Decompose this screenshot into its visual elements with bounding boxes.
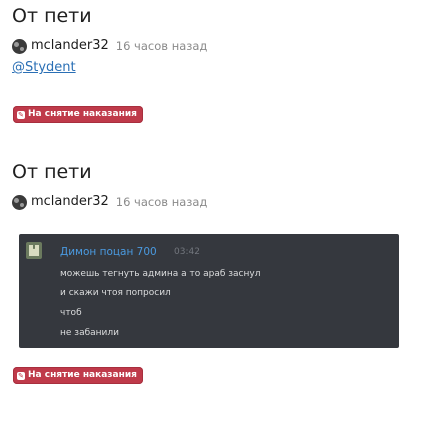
discord-message-line: можешь тегнуть админа а то араб заснул [60, 269, 261, 279]
post-title: От пети [12, 5, 92, 27]
post-time: 16 часов назад [115, 39, 208, 53]
author-name[interactable]: mclander32 [31, 194, 109, 210]
tag-icon: ✎ [17, 110, 25, 119]
tag-icon: ✎ [17, 371, 25, 380]
discord-timestamp: 03:42 [174, 247, 200, 257]
post-title: От пети [12, 161, 92, 183]
category-badge[interactable]: ✎ На снятие наказания [13, 106, 143, 123]
discord-message-line: не забанили [60, 328, 119, 338]
author-name[interactable]: mclander32 [31, 38, 109, 54]
post-2: От пети mclander32 16 часов назад [12, 160, 207, 210]
post-meta: mclander32 16 часов назад [12, 38, 207, 54]
post-1: От пети mclander32 16 часов назад @Styde… [12, 4, 207, 75]
discord-message-screenshot: Димон поцан 700 03:42 можешь тегнуть адм… [19, 234, 399, 348]
user-avatar-icon[interactable] [12, 194, 27, 210]
badge-label: На снятие наказания [28, 109, 137, 119]
discord-username: Димон поцан 700 [60, 246, 157, 258]
mention-link[interactable]: @Stydent [12, 60, 207, 75]
discord-message-line: чтоб [60, 308, 82, 318]
discord-avatar [26, 242, 42, 259]
discord-message-line: и скажи чтоя попросил [60, 288, 171, 298]
category-badge[interactable]: ✎ На снятие наказания [13, 367, 143, 384]
post-time: 16 часов назад [115, 195, 208, 209]
post-meta: mclander32 16 часов назад [12, 194, 207, 210]
user-avatar-icon[interactable] [12, 38, 27, 54]
badge-label: На снятие наказания [28, 370, 137, 380]
